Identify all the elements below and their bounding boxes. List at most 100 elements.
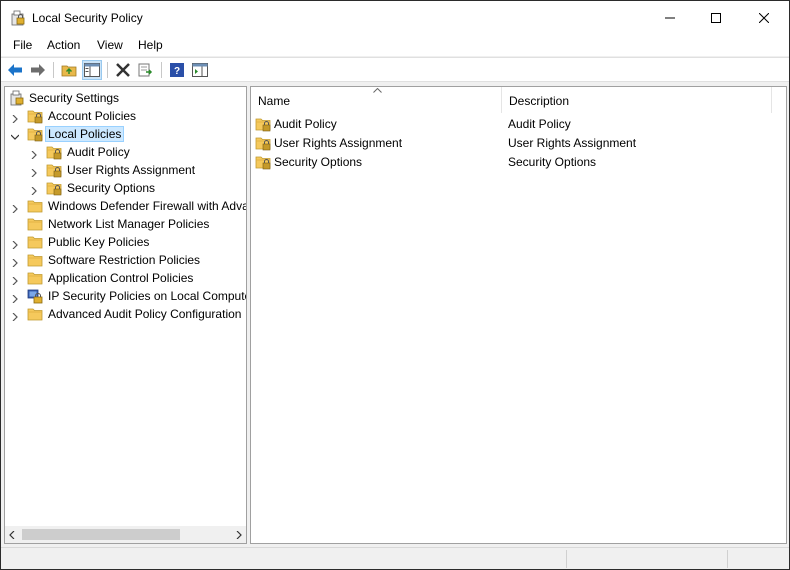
locked-folder-icon — [255, 137, 271, 151]
list-item-name: Audit Policy — [274, 117, 337, 131]
svg-text:?: ? — [174, 66, 180, 77]
list-item-name: Security Options — [274, 155, 363, 169]
folder-icon — [27, 254, 43, 267]
tree-item-advanced-audit-policy-configuration[interactable]: Advanced Audit Policy Configuration — [5, 305, 245, 323]
tree-item-label: Software Restriction Policies — [48, 253, 201, 267]
list-item-description: Audit Policy — [508, 117, 571, 131]
menu-action[interactable]: Action — [47, 38, 80, 52]
tree-item-label: Network List Manager Policies — [48, 217, 210, 231]
chevron-right-icon[interactable] — [30, 168, 38, 178]
local-security-policy-window: Local Security Policy File Action View H… — [0, 0, 790, 570]
locked-folder-icon — [27, 110, 43, 124]
folder-icon — [27, 272, 43, 285]
tree-item-audit-policy[interactable]: Audit Policy — [5, 143, 245, 161]
tree-item-security-options[interactable]: Security Options — [5, 179, 245, 197]
action-pane-icon — [192, 63, 208, 77]
scrollbar-thumb[interactable] — [22, 529, 180, 540]
menu-help[interactable]: Help — [138, 38, 163, 52]
ip-security-icon — [27, 289, 43, 304]
tree-item-label: User Rights Assignment — [67, 163, 196, 177]
security-policy-icon — [11, 10, 25, 26]
up-one-level-button[interactable] — [59, 60, 79, 80]
chevron-right-icon[interactable] — [11, 312, 19, 322]
tree-item-label: Security Settings — [29, 91, 120, 105]
show-hide-console-tree-button[interactable] — [82, 60, 102, 80]
menu-file[interactable]: File — [13, 38, 32, 52]
locked-folder-icon — [255, 118, 271, 132]
folder-icon — [27, 200, 43, 213]
chevron-right-icon[interactable] — [11, 204, 19, 214]
list-item-description: Security Options — [508, 155, 597, 169]
locked-folder-icon — [46, 146, 62, 160]
tree-item-network-list-manager-policies[interactable]: Network List Manager Policies — [5, 215, 245, 233]
horizontal-scrollbar[interactable] — [5, 526, 246, 543]
scroll-right-icon[interactable] — [236, 531, 242, 539]
tree-item-label: Local Policies — [44, 126, 125, 142]
chevron-right-icon[interactable] — [11, 276, 19, 286]
folder-icon — [27, 308, 43, 321]
tree-item-label: Public Key Policies — [48, 235, 150, 249]
console-tree-icon — [84, 63, 100, 77]
details-pane[interactable]: Name Description Audit Policy Audit Polic… — [250, 86, 787, 544]
tree-item-label: Windows Defender Firewall with Adva — [48, 199, 247, 213]
status-bar — [1, 547, 789, 569]
chevron-right-icon[interactable] — [11, 114, 19, 124]
tree-item-label: IP Security Policies on Local Compute — [48, 289, 247, 303]
forward-arrow-icon — [31, 64, 45, 76]
export-list-button[interactable] — [136, 60, 156, 80]
minimize-icon — [665, 17, 675, 18]
folder-icon — [27, 236, 43, 249]
tree-item-label: Advanced Audit Policy Configuration — [48, 307, 242, 321]
title-bar[interactable]: Local Security Policy — [1, 1, 789, 34]
tree-item-security-settings[interactable]: Security Settings — [5, 89, 245, 107]
list-item-name: User Rights Assignment — [274, 136, 403, 150]
chevron-down-icon[interactable] — [10, 133, 20, 141]
tree-item-windows-defender-firewall-with-adva[interactable]: Windows Defender Firewall with Adva — [5, 197, 247, 215]
delete-button[interactable] — [113, 60, 133, 80]
close-button[interactable] — [741, 1, 787, 34]
chevron-right-icon[interactable] — [30, 186, 38, 196]
locked-folder-icon — [255, 156, 271, 170]
maximize-button[interactable] — [693, 1, 739, 34]
tree-item-label: Security Options — [67, 181, 156, 195]
list-item[interactable]: Audit Policy Audit Policy — [255, 115, 775, 134]
list-item[interactable]: User Rights Assignment User Rights Assign… — [255, 134, 775, 153]
sort-ascending-icon — [373, 88, 382, 93]
console-tree-pane[interactable]: Security Settings Account Policies Local P… — [4, 86, 247, 544]
chevron-right-icon[interactable] — [11, 294, 19, 304]
tree-item-public-key-policies[interactable]: Public Key Policies — [5, 233, 245, 251]
toolbar: ? — [1, 57, 789, 82]
column-header-name[interactable]: Name — [251, 87, 502, 113]
chevron-right-icon[interactable] — [11, 258, 19, 268]
minimize-button[interactable] — [647, 1, 693, 34]
tree-item-local-policies[interactable]: Local Policies — [5, 125, 245, 143]
menu-bar: File Action View Help — [1, 34, 789, 56]
delete-icon — [116, 63, 130, 77]
list-item[interactable]: Security Options Security Options — [255, 153, 775, 172]
security-settings-icon — [10, 90, 24, 106]
export-list-icon — [138, 63, 153, 77]
column-header-description[interactable]: Description — [502, 87, 772, 113]
show-hide-action-pane-button[interactable] — [190, 60, 210, 80]
close-icon — [759, 12, 769, 23]
chevron-right-icon[interactable] — [30, 150, 38, 160]
tree-item-software-restriction-policies[interactable]: Software Restriction Policies — [5, 251, 245, 269]
back-button[interactable] — [5, 60, 25, 80]
folder-icon — [27, 218, 43, 231]
folder-up-icon — [61, 65, 77, 77]
tree-item-user-rights-assignment[interactable]: User Rights Assignment — [5, 161, 245, 179]
forward-button[interactable] — [28, 60, 48, 80]
menu-view[interactable]: View — [97, 38, 123, 52]
locked-folder-icon — [27, 128, 43, 142]
tree-item-label: Application Control Policies — [48, 271, 194, 285]
window-title: Local Security Policy — [32, 11, 143, 25]
tree-item-ip-security-policies-on-local-compute[interactable]: IP Security Policies on Local Compute — [5, 287, 247, 305]
back-arrow-icon — [8, 64, 22, 76]
tree-item-application-control-policies[interactable]: Application Control Policies — [5, 269, 245, 287]
help-button[interactable]: ? — [167, 60, 187, 80]
scroll-left-icon[interactable] — [9, 531, 15, 539]
tree-item-account-policies[interactable]: Account Policies — [5, 107, 245, 125]
chevron-right-icon[interactable] — [11, 240, 19, 250]
maximize-icon — [711, 12, 721, 23]
locked-folder-icon — [46, 164, 62, 178]
